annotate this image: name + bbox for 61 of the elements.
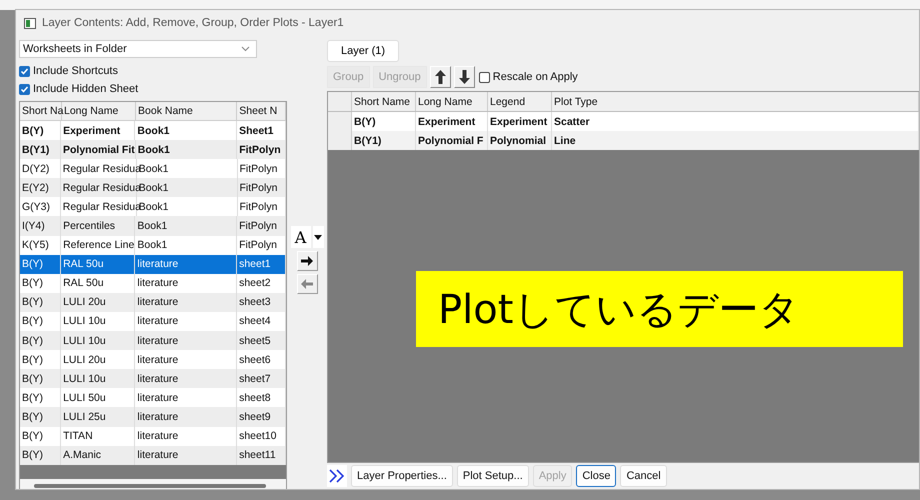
checkbox-label: Include Shortcuts: [33, 65, 118, 77]
table-cell: B(Y1): [352, 131, 416, 150]
table-cell: Polynomial: [488, 131, 552, 150]
column-header[interactable]: Short Na: [20, 102, 62, 120]
column-header[interactable]: Sheet N: [237, 102, 286, 120]
table-row[interactable]: G(Y3) Regular ResiduaBook1 FitPolyn: [20, 197, 286, 216]
layer-tab[interactable]: Layer (1): [327, 40, 400, 62]
table-row[interactable]: B(Y) LULI 50u literature sheet8: [20, 388, 286, 408]
table-row[interactable]: B(Y) LULI 20u literature sheet6: [20, 350, 286, 370]
dialog-button[interactable]: Close: [576, 465, 616, 487]
chevron-icon: [241, 46, 250, 52]
double-chevron-icon: [329, 469, 345, 483]
source-dropdown[interactable]: Worksheets in Folder: [19, 40, 257, 58]
dialog-button[interactable]: Cancel: [620, 465, 667, 487]
table-row[interactable]: I(Y4) Percentiles Book1 FitPolyn: [20, 216, 286, 236]
checkbox-label: Rescale on Apply: [492, 71, 578, 83]
right-arrow-icon: [301, 256, 313, 266]
table-row[interactable]: B(Y1) Polynomial F Polynomial Line: [328, 131, 919, 150]
column-header[interactable]: Short Name: [352, 92, 416, 111]
dialog-button[interactable]: Plot Setup...: [456, 465, 529, 487]
table-row[interactable]: B(Y1) Polynomial Fit Book1 FitPolyn: [20, 140, 286, 160]
caret-icon: [314, 234, 322, 240]
checkbox[interactable]: [478, 72, 490, 82]
column-header[interactable]: Legend: [488, 92, 552, 111]
table-row[interactable]: B(Y) Experiment Book1 Sheet1: [20, 121, 286, 140]
move-down-button[interactable]: [454, 66, 475, 88]
dialog-button[interactable]: Layer Properties...: [351, 465, 453, 487]
column-header[interactable]: Long Name: [62, 102, 136, 120]
table-row[interactable]: B(Y) A.Manic literature sheet11: [20, 446, 286, 465]
expand-button[interactable]: [327, 465, 347, 487]
checkbox[interactable]: [19, 84, 30, 94]
table-row[interactable]: B(Y) Experiment Experiment Scatter: [328, 112, 919, 131]
up-arrow-icon: [434, 70, 446, 84]
table-row[interactable]: B(Y) TITAN literature sheet10: [20, 426, 286, 446]
checkbox[interactable]: [19, 66, 30, 76]
move-up-button[interactable]: [430, 66, 451, 88]
checkbox-label: Include Hidden Sheet: [33, 83, 138, 95]
table-row[interactable]: B(Y) RAL 50u literature sheet1: [20, 254, 286, 274]
table-cell: Line: [552, 131, 919, 150]
column-header[interactable]: Plot Type: [552, 92, 919, 111]
table-row[interactable]: B(Y) LULI 10u literature sheet7: [20, 369, 286, 388]
table-row[interactable]: B(Y) LULI 10u literature sheet5: [20, 331, 286, 350]
table-row[interactable]: D(Y2) Regular ResiduaBook1 FitPolyn: [20, 159, 286, 178]
dropdown-button[interactable]: [312, 226, 324, 248]
table-row[interactable]: E(Y2) Regular ResiduaBook1 FitPolyn: [20, 178, 286, 198]
table-cell: Polynomial F: [416, 131, 488, 150]
table-row[interactable]: B(Y) LULI 25u literature sheet9: [20, 407, 286, 426]
font-button[interactable]: A: [290, 226, 310, 248]
table-row[interactable]: B(Y) LULI 10u literature sheet4: [20, 312, 286, 332]
annotation-label: Plotしているデータ: [416, 271, 903, 347]
table-row[interactable]: B(Y) RAL 50u literature sheet2: [20, 274, 286, 293]
table-row[interactable]: K(Y5) Reference Line Book1 FitPolyn: [20, 236, 286, 255]
left-arrow-icon: [301, 279, 313, 289]
window-icon: [24, 18, 36, 28]
column-header[interactable]: Long Name: [416, 92, 488, 111]
table-row[interactable]: B(Y) LULI 20u literature sheet3: [20, 292, 286, 312]
window-title: Layer Contents: Add, Remove, Group, Order Plots - Layer1: [42, 17, 344, 29]
column-header[interactable]: Book Name: [136, 102, 238, 120]
add-button[interactable]: [296, 251, 318, 271]
scrollbar-thumb[interactable]: [34, 484, 266, 488]
down-arrow-icon: [458, 70, 470, 84]
